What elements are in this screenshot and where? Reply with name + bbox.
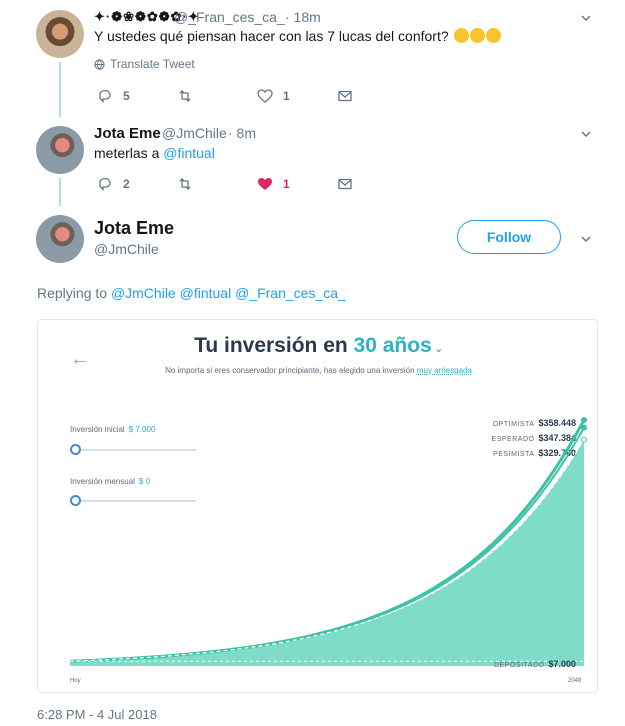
reply-button[interactable]: 5 [97, 88, 130, 104]
follow-button[interactable]: Follow [457, 220, 561, 254]
direct-message-button[interactable] [337, 176, 363, 192]
envelope-icon [338, 90, 352, 102]
reply-count: 5 [123, 89, 130, 103]
heart-icon [257, 89, 273, 103]
x-axis-start-label: Hoy [70, 678, 81, 684]
envelope-icon [338, 178, 352, 190]
x-axis-end-label: 2048 [568, 678, 582, 684]
globe-icon [94, 58, 105, 70]
replying-to-label: Replying to [37, 285, 108, 301]
retweet-button[interactable] [177, 88, 203, 104]
chevron-down-icon[interactable] [580, 127, 592, 139]
thinking-emoji-icon [469, 28, 485, 43]
tweet-timestamp: 6:28 PM - 4 Jul 2018 [37, 707, 157, 722]
direct-message-button[interactable] [337, 88, 363, 104]
reply-count: 2 [123, 177, 130, 191]
growth-chart [69, 417, 587, 666]
tweet-time[interactable]: · 18m [285, 9, 321, 25]
main-author-handle[interactable]: @JmChile [94, 241, 159, 257]
chevron-down-icon[interactable] [580, 232, 592, 244]
tweet-text-content: meterlas a [94, 145, 164, 161]
avatar[interactable] [36, 10, 84, 58]
avatar[interactable] [36, 215, 84, 263]
heart-filled-icon [258, 178, 272, 190]
replying-to-mentions[interactable]: @JmChile @fintual @_Fran_ces_ca_ [111, 285, 346, 301]
thread-line [59, 62, 61, 117]
legend-depositado-label: DEPOSITADO [494, 662, 545, 669]
tweet-author-handle[interactable]: @JmChile [162, 125, 227, 141]
reply-icon [99, 177, 111, 192]
tweet-author-name[interactable]: Jota Eme [94, 125, 161, 142]
retweet-icon [179, 90, 191, 102]
mention-link[interactable]: @fintual [163, 145, 215, 161]
tweet-text: Y ustedes qué piensan hacer con las 7 lu… [94, 28, 501, 44]
like-button[interactable]: 1 [257, 176, 290, 192]
series-endpoint-esperado [581, 424, 587, 431]
tweet-author-handle[interactable]: @_Fran_ces_ca_ [174, 9, 285, 25]
translate-tweet-link[interactable]: Translate Tweet [94, 57, 195, 71]
series-endpoint-optimista [581, 417, 587, 423]
chevron-down-icon[interactable] [580, 11, 592, 23]
like-count: 1 [283, 177, 290, 191]
retweet-button[interactable] [177, 176, 203, 192]
translate-tweet-label: Translate Tweet [110, 57, 195, 71]
thinking-emoji-icon [485, 28, 501, 43]
retweet-icon [179, 178, 191, 190]
tweet-text-content: Y ustedes qué piensan hacer con las 7 lu… [94, 28, 449, 44]
series-endpoint-pesimista [581, 436, 587, 443]
like-button[interactable]: 1 [257, 88, 290, 104]
reply-button[interactable]: 2 [97, 176, 130, 192]
like-count: 1 [283, 89, 290, 103]
media-card[interactable]: ← Tu inversión en 30 años ⌄ No importa s… [37, 319, 598, 693]
legend-depositado: DEPOSITADO $7.000 [436, 659, 576, 669]
thread-line [59, 178, 61, 206]
avatar[interactable] [36, 126, 84, 174]
reply-icon [99, 89, 111, 104]
thinking-emoji-icon [453, 28, 469, 43]
replying-to: Replying to @JmChile @fintual @_Fran_ces… [37, 285, 346, 301]
tweet-time[interactable]: · 8m [228, 125, 256, 141]
legend-depositado-value: $7.000 [548, 659, 576, 669]
tweet-text: meterlas a @fintual [94, 145, 215, 161]
main-author-name[interactable]: Jota Eme [94, 218, 174, 239]
